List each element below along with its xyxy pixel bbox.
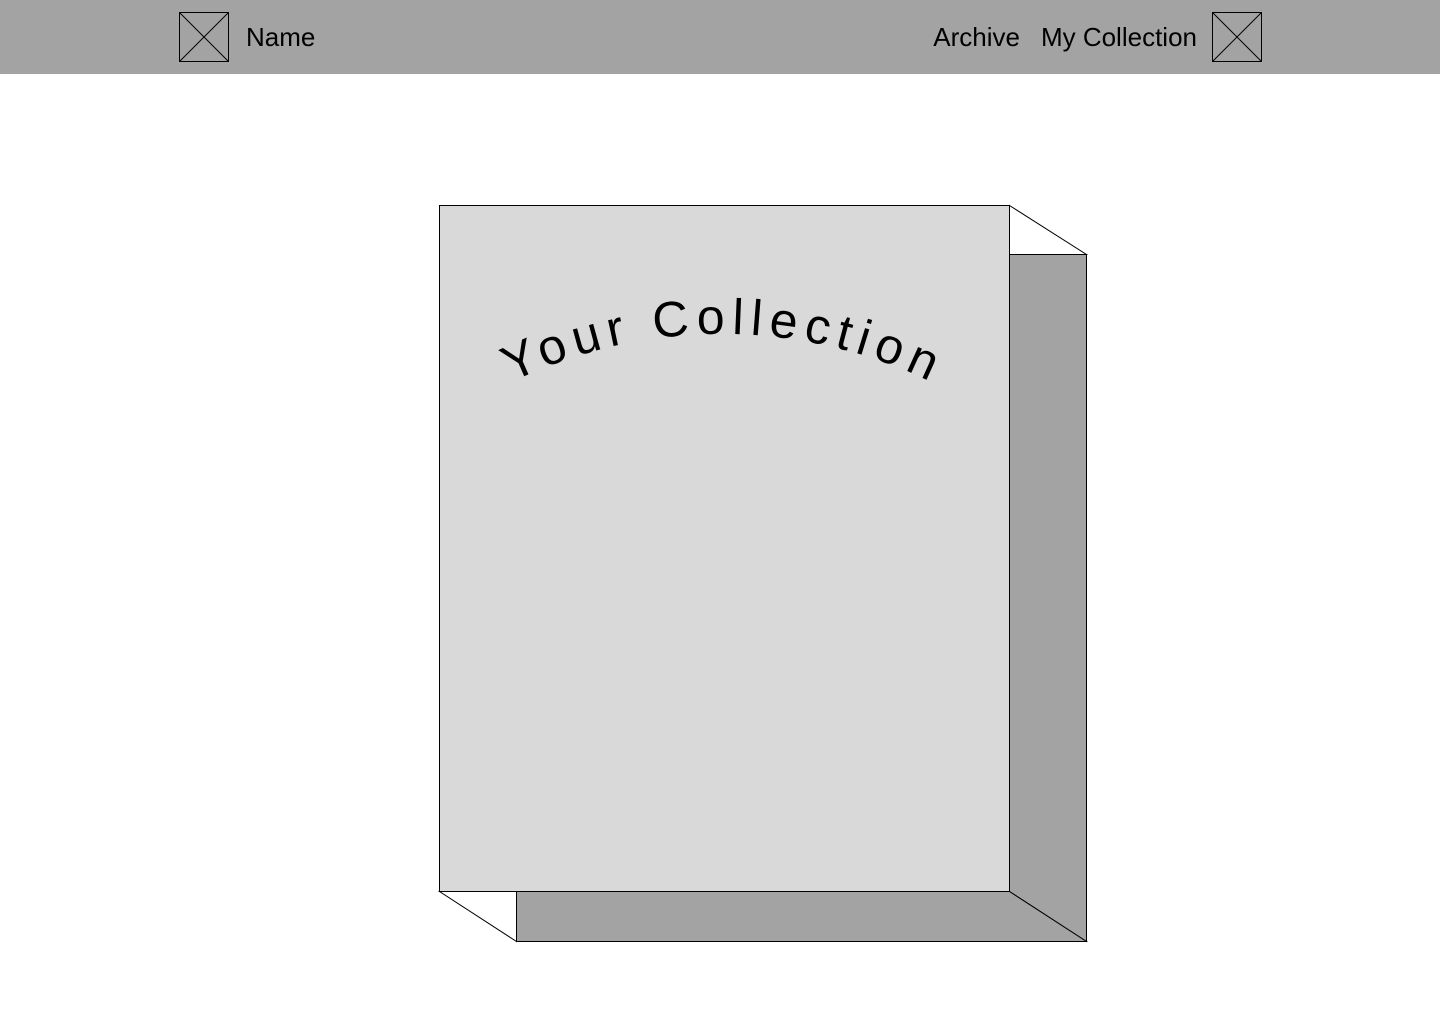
book-top-corner <box>1009 204 1089 255</box>
top-navigation-bar: Name Archive My Collection <box>0 0 1440 74</box>
logo-image-placeholder-icon[interactable] <box>179 12 229 62</box>
book-spine-side <box>1009 254 1087 943</box>
book-bottom-corner <box>437 891 517 943</box>
profile-image-placeholder-icon[interactable] <box>1212 12 1262 62</box>
nav-link-archive[interactable]: Archive <box>933 20 1020 54</box>
collection-book[interactable]: Your Collection <box>437 204 1089 944</box>
brand-name[interactable]: Name <box>246 20 315 54</box>
nav-link-my-collection[interactable]: My Collection <box>1041 20 1197 54</box>
book-bottom-side <box>516 891 1089 942</box>
